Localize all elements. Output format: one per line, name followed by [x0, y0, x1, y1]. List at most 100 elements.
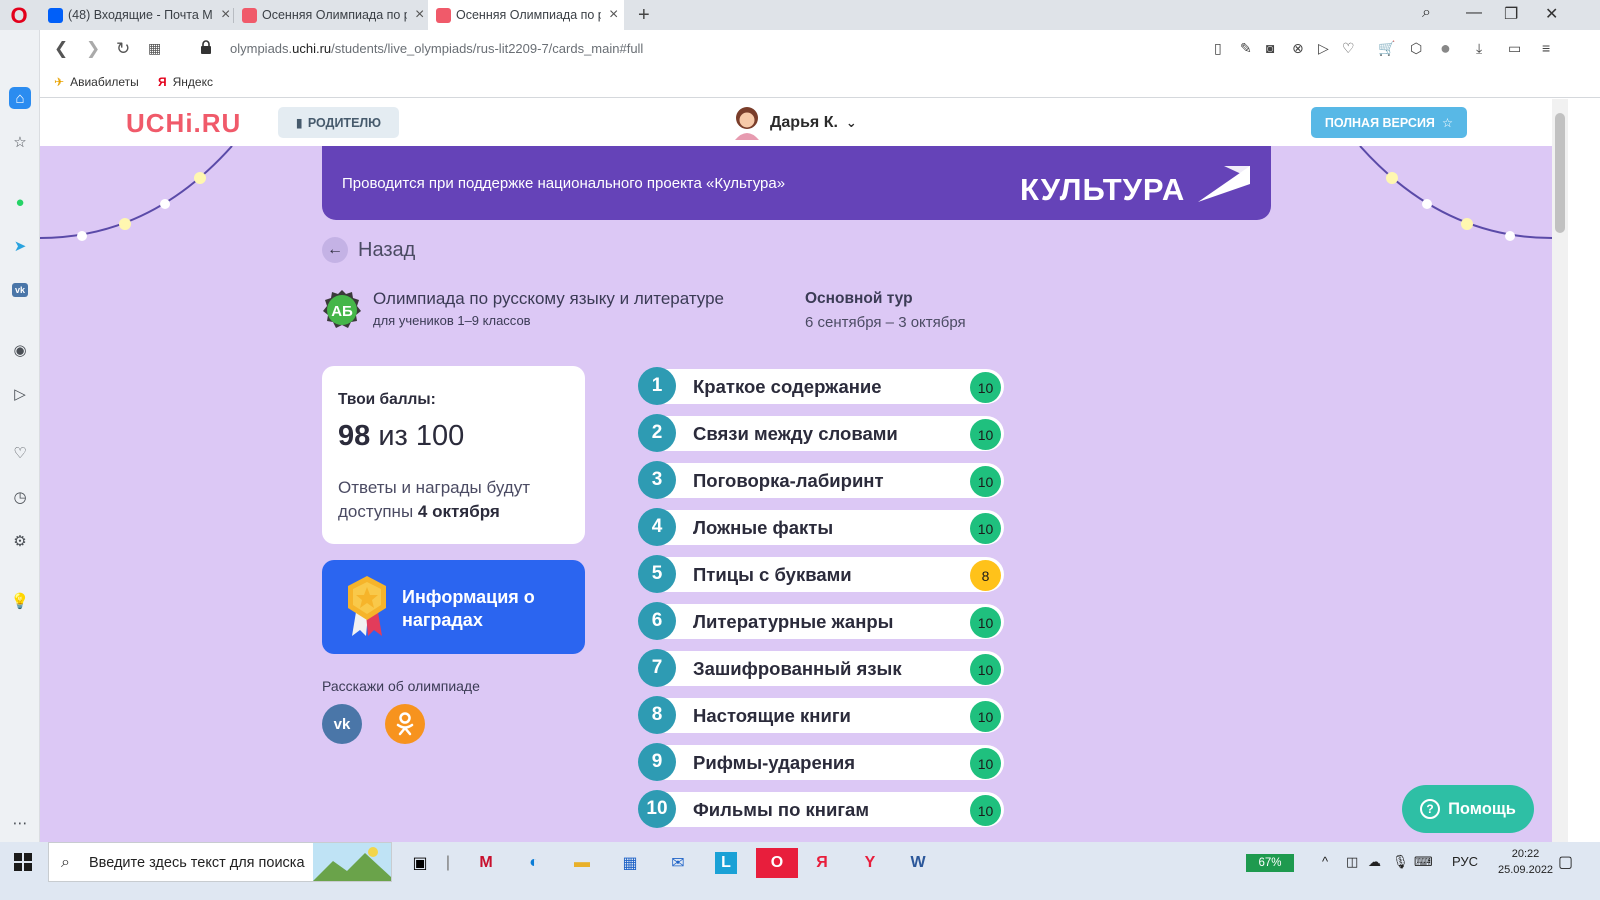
download-icon[interactable]: ⤓ — [1476, 40, 1482, 57]
history-icon[interactable]: ◷ — [9, 486, 31, 508]
task-title: Литературные жанры — [693, 611, 894, 632]
task-item[interactable]: 1 Краткое содержание 10 — [638, 367, 1006, 405]
send-icon[interactable]: ▷ — [1318, 40, 1329, 57]
star-icon[interactable]: ☆ — [9, 131, 31, 153]
edge-icon[interactable]: ◐ — [518, 848, 550, 878]
vk-sidebar-icon[interactable]: vk — [11, 283, 28, 297]
task-item[interactable]: 8 Настоящие книги 10 — [638, 696, 1006, 734]
file-explorer-icon[interactable]: ▬ — [566, 848, 598, 878]
help-button[interactable]: ? Помощь — [1402, 785, 1534, 833]
task-score-badge: 10 — [970, 607, 1001, 638]
taskbar-search-input[interactable]: ⌕ Введите здесь текст для поиска — [48, 842, 392, 882]
edit-icon[interactable]: ✎ — [1240, 40, 1252, 57]
medal-icon — [348, 576, 386, 636]
uchi-logo[interactable]: UCHi.RU — [126, 108, 241, 139]
camera-icon[interactable]: ◙ — [1266, 40, 1274, 56]
player-icon[interactable]: ◉ — [9, 339, 31, 361]
opera-menu-icon[interactable]: O — [8, 3, 30, 28]
back-nav-icon[interactable]: ❮ — [54, 39, 68, 59]
bar-chart-icon: ▮ — [295, 116, 303, 130]
task-score-badge: 10 — [970, 701, 1001, 732]
uchi-favicon-icon — [436, 7, 451, 23]
tab-close-icon[interactable]: × — [221, 6, 230, 24]
flow-icon[interactable]: ▷ — [9, 383, 31, 405]
close-window-icon[interactable]: ✕ — [1545, 4, 1558, 24]
page-scrollbar[interactable] — [1552, 99, 1568, 842]
task-item[interactable]: 5 Птицы с буквами 8 — [638, 555, 1006, 593]
full-version-button[interactable]: ПОЛНАЯ ВЕРСИЯ ☆ — [1311, 107, 1467, 138]
favorites-icon[interactable]: ♡ — [9, 442, 31, 464]
score-card: Твои баллы: 98 из 100 Ответы и награды б… — [322, 366, 585, 544]
task-item[interactable]: 4 Ложные факты 10 — [638, 508, 1006, 546]
cart-icon[interactable]: 🛒 — [1378, 40, 1395, 57]
language-indicator[interactable]: РУС — [1452, 854, 1478, 869]
windows-start-icon[interactable] — [14, 853, 32, 871]
heart-icon[interactable]: ♡ — [1342, 40, 1355, 57]
bookmark-avia[interactable]: ✈ Авиабилеты — [54, 75, 139, 89]
speed-dial-icon[interactable]: ▦ — [148, 40, 161, 57]
task-number: 5 — [638, 555, 676, 593]
minimize-icon[interactable]: — — [1466, 4, 1482, 22]
task-score-badge: 10 — [970, 419, 1001, 450]
whatsapp-icon[interactable]: ● — [9, 191, 31, 213]
task-item[interactable]: 7 Зашифрованный язык 10 — [638, 649, 1006, 687]
cube-icon[interactable]: ⬡ — [1410, 40, 1422, 57]
profile-icon[interactable]: ● — [1440, 38, 1451, 59]
task-number: 1 — [638, 367, 676, 405]
bookmark-yandex[interactable]: Я Яндекс — [158, 75, 213, 89]
task-title: Связи между словами — [693, 423, 898, 444]
task-item[interactable]: 10 Фильмы по книгам 10 — [638, 790, 1006, 828]
menu-icon[interactable]: ≡ — [1542, 40, 1550, 56]
home-icon[interactable]: ⌂ — [9, 87, 31, 109]
opera-taskbar-icon[interactable]: O — [756, 848, 798, 878]
reload-icon[interactable]: ↻ — [116, 39, 130, 59]
cloud-icon[interactable]: ☁ — [1368, 854, 1381, 870]
parent-button[interactable]: ▮ РОДИТЕЛЮ — [278, 107, 399, 138]
tray-device-icon[interactable]: ◫ — [1346, 854, 1358, 870]
taskbar-clock[interactable]: 20:22 25.09.2022 — [1498, 846, 1553, 878]
word-icon[interactable]: W — [902, 848, 934, 878]
task-item[interactable]: 3 Поговорка-лабиринт 10 — [638, 461, 1006, 499]
telegram-icon[interactable]: ➤ — [9, 235, 31, 257]
task-item[interactable]: 9 Рифмы-ударения 10 — [638, 743, 1006, 781]
keyboard-icon[interactable]: ⌨ — [1414, 854, 1433, 870]
tab-close-icon[interactable]: × — [415, 6, 424, 24]
tips-icon[interactable]: 💡 — [9, 590, 31, 612]
mcafee-icon[interactable]: M — [470, 848, 502, 878]
microphone-icon[interactable]: 🎙 — [1392, 854, 1409, 870]
yandex-browser-icon[interactable]: Я — [806, 848, 838, 878]
tab-olympiad-1[interactable]: Осенняя Олимпиада по р × — [234, 0, 426, 30]
task-number: 2 — [638, 414, 676, 452]
share-vk-button[interactable]: vk — [322, 704, 362, 744]
more-icon[interactable]: ⋯ — [9, 812, 31, 834]
battery-indicator[interactable]: 67% — [1246, 854, 1294, 872]
forward-nav-icon[interactable]: ❯ — [86, 39, 100, 59]
tray-expand-icon[interactable]: ^ — [1322, 854, 1328, 869]
reader-icon[interactable]: ▯ — [1214, 40, 1222, 57]
restore-icon[interactable]: ❐ — [1504, 4, 1518, 24]
task-title: Рифмы-ударения — [693, 752, 856, 773]
adblock-icon[interactable]: ⊗ — [1292, 40, 1304, 57]
tab-mail[interactable]: (48) Входящие - Почта Ma × — [40, 0, 232, 30]
awards-info-button[interactable]: Информация о наградах — [322, 560, 585, 654]
user-menu[interactable]: Дарья К. ⌄ — [732, 105, 857, 141]
battery-saver-icon[interactable]: ▭ — [1508, 40, 1521, 57]
settings-icon[interactable]: ⚙ — [9, 530, 31, 552]
task-title: Настоящие книги — [693, 705, 851, 726]
store-icon[interactable]: ▦ — [614, 848, 646, 878]
scrollbar-thumb[interactable] — [1555, 113, 1565, 233]
task-item[interactable]: 6 Литературные жанры 10 — [638, 602, 1006, 640]
tab-close-icon[interactable]: × — [609, 6, 618, 24]
notifications-icon[interactable]: ▢ — [1558, 852, 1573, 872]
task-item[interactable]: 2 Связи между словами 10 — [638, 414, 1006, 452]
mail-app-icon[interactable]: ✉ — [662, 848, 694, 878]
url-field[interactable]: olympiads.uchi.ru/students/live_olympiad… — [230, 41, 643, 56]
share-ok-button[interactable] — [385, 704, 425, 744]
back-link[interactable]: ← Назад — [322, 237, 415, 263]
tab-olympiad-active[interactable]: Осенняя Олимпиада по р × — [428, 0, 624, 30]
page-content: UCHi.RU ▮ РОДИТЕЛЮ Дарья К. ⌄ ПОЛНАЯ ВЕР… — [40, 99, 1552, 842]
yandex-app-icon[interactable]: Y — [854, 848, 886, 878]
new-tab-icon[interactable]: + — [638, 4, 650, 27]
l-app-icon[interactable]: L — [715, 852, 737, 874]
search-tabs-icon[interactable]: ⌕ — [1422, 4, 1431, 22]
